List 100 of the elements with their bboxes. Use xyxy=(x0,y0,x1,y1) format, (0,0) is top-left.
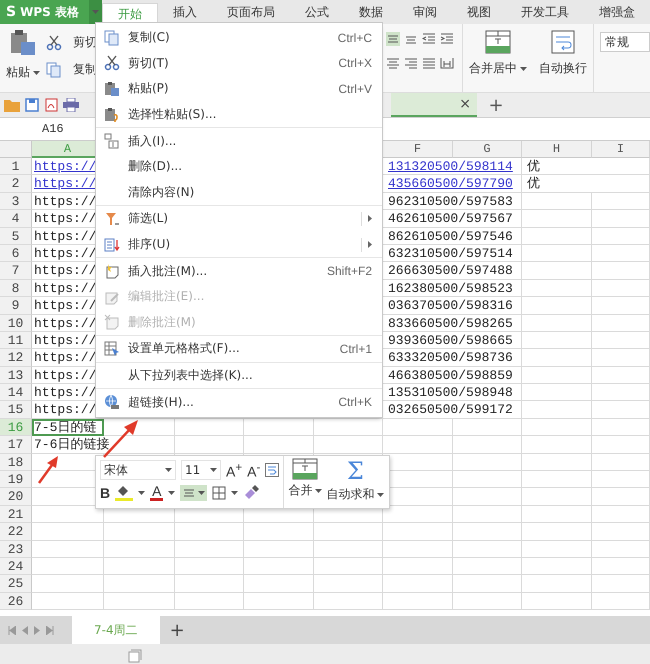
row-header[interactable]: 24 xyxy=(0,558,32,576)
row-header[interactable]: 20 xyxy=(0,488,32,506)
paste-icon[interactable] xyxy=(9,30,37,56)
distribute-icon[interactable] xyxy=(440,56,454,70)
align-top-icon[interactable] xyxy=(386,32,400,46)
paste-button[interactable]: 粘贴 xyxy=(6,64,40,81)
wrap-text-icon[interactable] xyxy=(265,463,280,477)
row-header[interactable]: 19 xyxy=(0,471,32,488)
table-cell xyxy=(592,488,650,506)
ribbon-tab[interactable]: 插入 xyxy=(158,0,212,24)
column-header[interactable]: G xyxy=(453,141,522,158)
row-header[interactable]: 4 xyxy=(0,210,32,228)
table-cell xyxy=(592,540,650,558)
format-painter-icon[interactable] xyxy=(243,484,260,500)
submenu-arrow-icon xyxy=(368,241,372,248)
page-view-icon[interactable] xyxy=(128,649,142,664)
document-tab[interactable]: × xyxy=(391,93,477,117)
justify-icon[interactable] xyxy=(422,56,436,70)
row-header[interactable]: 1 xyxy=(0,158,32,176)
row-header[interactable]: 6 xyxy=(0,244,32,262)
row-header[interactable]: 13 xyxy=(0,366,32,384)
ribbon-tab[interactable]: 开发工具 xyxy=(506,0,584,24)
wrap-text-button[interactable]: 自动换行 xyxy=(539,60,587,77)
table-cell xyxy=(104,540,175,558)
table-cell xyxy=(522,523,592,541)
row-header[interactable]: 15 xyxy=(0,401,32,419)
app-menu-dropdown[interactable] xyxy=(89,0,102,24)
copy-icon xyxy=(46,62,62,78)
ribbon-tab[interactable]: 增强盒 xyxy=(584,0,650,24)
row-header[interactable]: 5 xyxy=(0,228,32,245)
ribbon-tab[interactable]: 页面布局 xyxy=(212,0,290,24)
row-header[interactable]: 8 xyxy=(0,280,32,298)
close-tab-button[interactable]: × xyxy=(459,96,471,112)
menu-item[interactable]: 选择性粘贴(S)... xyxy=(96,102,382,128)
save-icon[interactable] xyxy=(25,98,39,112)
column-header[interactable]: I xyxy=(592,141,650,158)
ribbon-tab[interactable]: 审阅 xyxy=(398,0,452,24)
table-cell xyxy=(592,471,650,488)
table-cell xyxy=(244,523,314,541)
menu-item[interactable]: 设置单元格格式(F)... Ctrl+1 xyxy=(96,336,382,362)
table-cell xyxy=(314,540,383,558)
print-icon[interactable] xyxy=(63,98,79,112)
column-header[interactable]: H xyxy=(522,141,592,158)
row-header[interactable]: 12 xyxy=(0,349,32,367)
row-header[interactable]: 14 xyxy=(0,384,32,402)
merge-icon[interactable] xyxy=(292,458,318,480)
row-header[interactable]: 3 xyxy=(0,192,32,210)
table-cell xyxy=(453,575,522,593)
wrap-text-icon[interactable] xyxy=(551,30,575,54)
row-header[interactable]: 7 xyxy=(0,262,32,280)
autosum-symbol[interactable]: Σ xyxy=(346,458,364,484)
fill-color-icon[interactable] xyxy=(115,484,134,500)
new-tab-button[interactable]: + xyxy=(482,94,510,116)
borders-icon[interactable] xyxy=(212,486,226,500)
ribbon-tab[interactable]: 开始 xyxy=(102,3,158,24)
row-header[interactable]: 11 xyxy=(0,332,32,350)
menu-item[interactable]: 剪切(T) Ctrl+X xyxy=(96,50,382,76)
row-header[interactable]: 21 xyxy=(0,506,32,524)
merge-button[interactable]: 合并 xyxy=(288,482,322,499)
merge-center-button[interactable]: 合并居中 xyxy=(469,60,527,77)
menu-item[interactable]: 从下拉列表中选择(K)... xyxy=(96,362,382,388)
row-header[interactable]: 22 xyxy=(0,523,32,541)
add-sheet-button[interactable]: + xyxy=(160,616,195,644)
font-size-dropdown[interactable]: 11 xyxy=(181,460,221,480)
align-center-icon[interactable] xyxy=(386,56,400,70)
row-header[interactable]: 23 xyxy=(0,540,32,558)
table-cell xyxy=(104,558,175,576)
ribbon-tab[interactable]: 视图 xyxy=(452,0,506,24)
shrink-font-button[interactable]: A$^{-}$ xyxy=(247,460,260,480)
row-header[interactable]: 2 xyxy=(0,175,32,193)
ribbon-tab[interactable]: 公式 xyxy=(290,0,344,24)
row-header[interactable]: 18 xyxy=(0,454,32,472)
table-cell xyxy=(383,575,453,593)
row-header[interactable]: 17 xyxy=(0,436,32,454)
copy-icon xyxy=(104,30,120,46)
column-header[interactable]: F xyxy=(383,141,453,158)
row-header[interactable]: 9 xyxy=(0,297,32,315)
table-cell xyxy=(522,454,592,472)
menu-item[interactable]: 复制(C) Ctrl+C xyxy=(96,25,382,51)
grow-font-button[interactable]: A$^{+}$ xyxy=(226,460,242,480)
menu-item[interactable]: 粘贴(P) Ctrl+V xyxy=(96,76,382,102)
merge-center-icon[interactable] xyxy=(485,30,511,54)
ribbon-tab[interactable]: 数据 xyxy=(344,0,398,24)
align-button[interactable] xyxy=(180,484,208,500)
table-cell xyxy=(453,592,522,610)
caret-icon xyxy=(168,490,176,494)
align-right-icon[interactable] xyxy=(404,56,418,70)
row-header[interactable]: 26 xyxy=(0,592,32,610)
row-header[interactable]: 25 xyxy=(0,575,32,593)
indent-increase-icon[interactable] xyxy=(440,32,454,46)
pdf-icon[interactable] xyxy=(44,98,58,112)
autosum-button[interactable]: 自动求和 xyxy=(326,486,384,503)
bold-button[interactable]: B xyxy=(100,484,110,500)
row-header[interactable]: 10 xyxy=(0,314,32,332)
font-dropdown[interactable]: 宋体 xyxy=(100,460,176,480)
font-color-button[interactable]: A xyxy=(150,484,164,501)
table-cell xyxy=(592,280,650,298)
table-cell xyxy=(522,244,592,262)
number-format-field[interactable]: 常规 xyxy=(600,32,650,52)
indent-decrease-icon[interactable] xyxy=(422,32,436,46)
